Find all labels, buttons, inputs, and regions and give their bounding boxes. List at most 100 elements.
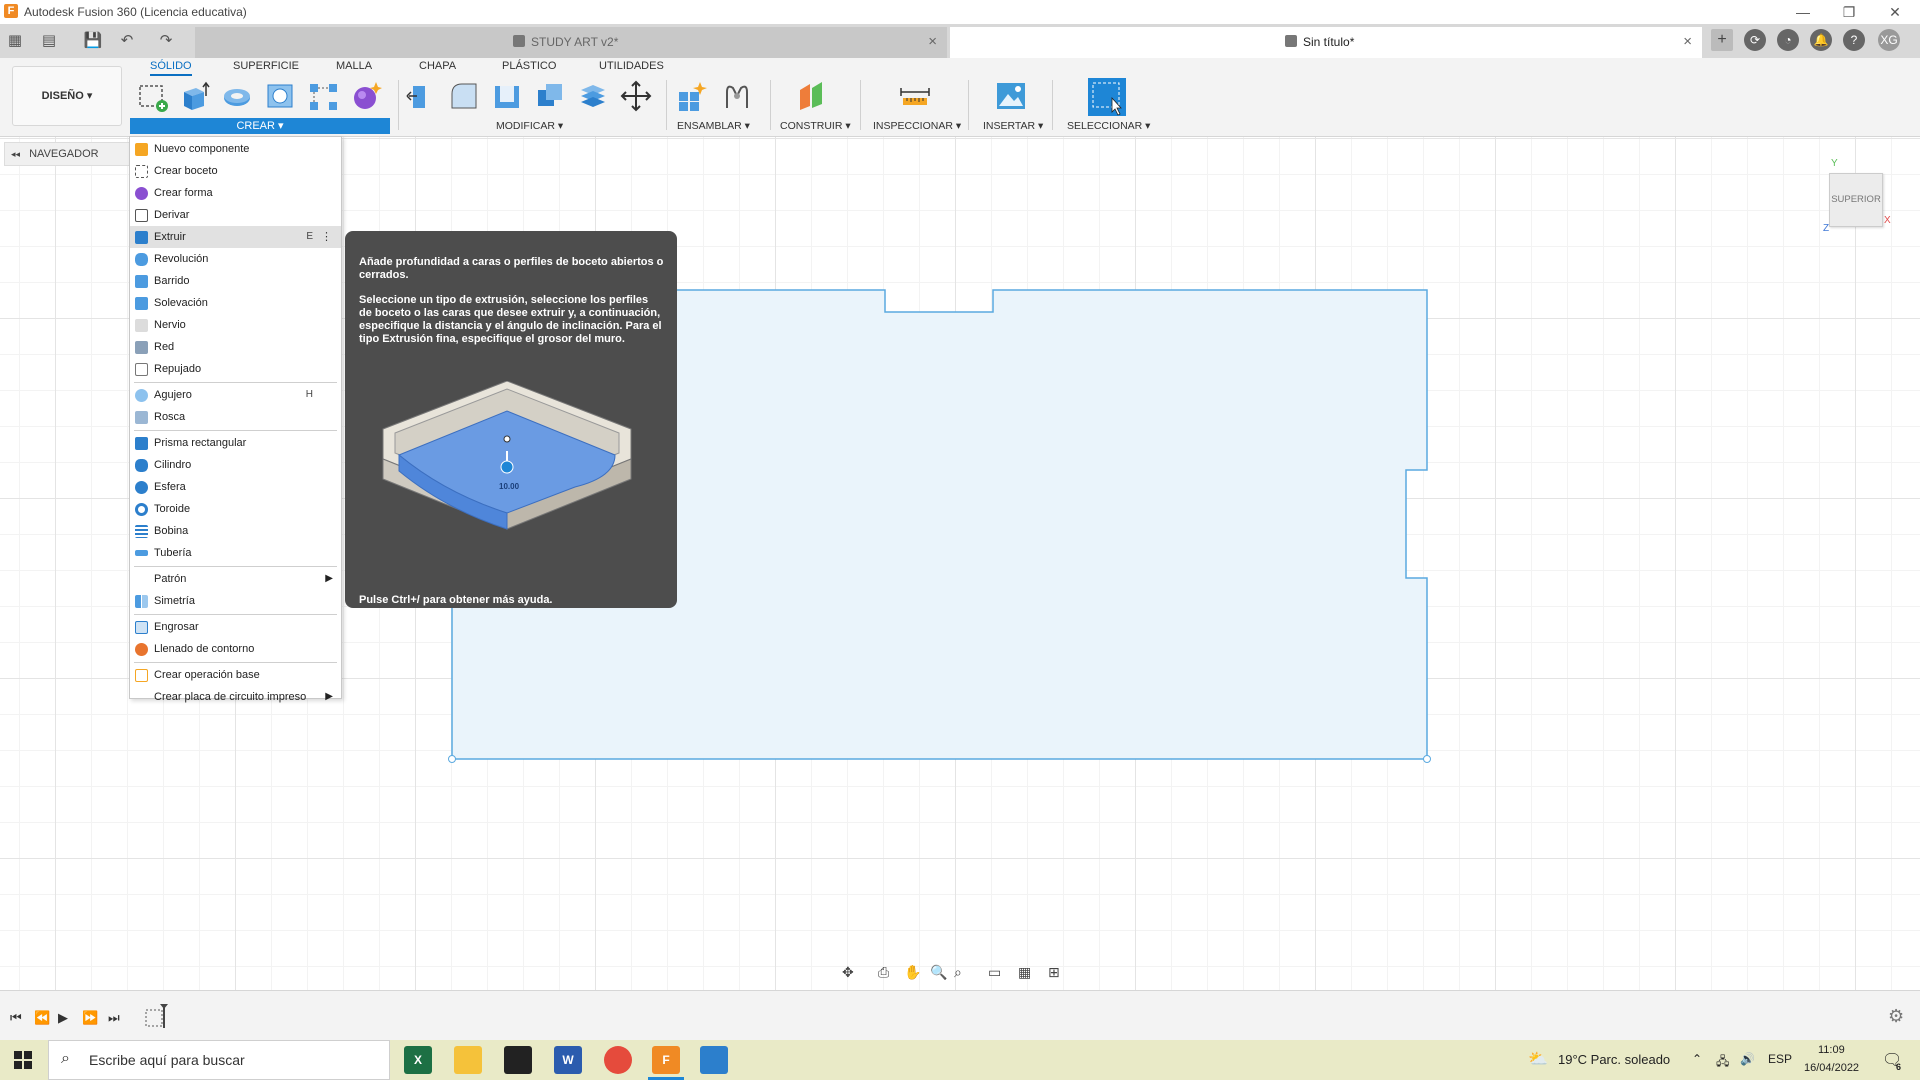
- photos-icon[interactable]: [700, 1046, 728, 1074]
- look-at-icon[interactable]: ⎙: [878, 964, 889, 981]
- tab-plastico[interactable]: PLÁSTICO: [502, 58, 556, 74]
- menu-item-barrido[interactable]: Barrido: [130, 270, 341, 292]
- menu-item-tuberia[interactable]: Tubería: [130, 542, 341, 564]
- select-icon[interactable]: [1088, 78, 1126, 116]
- timeline-play-icon[interactable]: ▶: [58, 1010, 68, 1026]
- redo-icon[interactable]: ↷: [155, 30, 177, 52]
- new-tab-icon[interactable]: +: [1711, 29, 1733, 51]
- viewports-icon[interactable]: ⊞: [1048, 964, 1060, 981]
- tab-utilidades[interactable]: UTILIDADES: [599, 58, 664, 74]
- save-icon[interactable]: 💾: [82, 30, 104, 52]
- new-component-icon[interactable]: [676, 80, 708, 112]
- menu-item-llenado-de-contorno[interactable]: Llenado de contorno: [130, 638, 341, 660]
- collapse-icon[interactable]: ◂◂: [11, 149, 20, 159]
- menu-item-nervio[interactable]: Nervio: [130, 314, 341, 336]
- tab-superficie[interactable]: SUPERFICIE: [233, 58, 299, 74]
- tab-solido[interactable]: SÓLIDO: [150, 58, 192, 76]
- fillet-icon[interactable]: [448, 80, 480, 112]
- more-options-icon[interactable]: ⋮: [321, 226, 332, 248]
- menu-item-extruir[interactable]: Extruir E ⋮: [130, 226, 341, 248]
- move-copy-icon[interactable]: [620, 80, 652, 112]
- file-menu-icon[interactable]: ▤: [38, 30, 60, 52]
- volume-icon[interactable]: 🔊: [1740, 1052, 1755, 1066]
- menu-item-red[interactable]: Red: [130, 336, 341, 358]
- grid-snaps-icon[interactable]: ▦: [1018, 964, 1031, 981]
- menu-item-revolucion[interactable]: Revolución: [130, 248, 341, 270]
- apps-grid-icon[interactable]: ▦: [4, 30, 26, 52]
- view-cube-face[interactable]: SUPERIOR: [1830, 194, 1882, 205]
- offset-face-icon[interactable]: [577, 80, 609, 112]
- measure-icon[interactable]: [899, 80, 931, 112]
- menu-item-cilindro[interactable]: Cilindro: [130, 454, 341, 476]
- close-tab-icon[interactable]: ×: [1683, 33, 1692, 50]
- minimize-button[interactable]: —: [1780, 0, 1826, 24]
- menu-item-patron[interactable]: Patrón ▶: [130, 568, 341, 590]
- pan-hand-icon[interactable]: ✋: [904, 964, 921, 981]
- modificar-group-button[interactable]: MODIFICAR ▾: [496, 120, 563, 132]
- timeline-next-icon[interactable]: ⏩: [82, 1010, 98, 1026]
- undo-icon[interactable]: ↶: [116, 30, 138, 52]
- help-icon[interactable]: ?: [1843, 29, 1865, 51]
- insert-image-icon[interactable]: [995, 80, 1027, 112]
- crear-group-button[interactable]: CREAR ▾: [130, 118, 390, 134]
- menu-item-rosca[interactable]: Rosca: [130, 406, 341, 428]
- menu-item-agujero[interactable]: Agujero H: [130, 384, 341, 406]
- display-settings-icon[interactable]: ▭: [988, 964, 1001, 981]
- create-form-icon[interactable]: [350, 80, 382, 112]
- menu-item-crear-forma[interactable]: Crear forma: [130, 182, 341, 204]
- menu-item-bobina[interactable]: Bobina: [130, 520, 341, 542]
- offset-plane-icon[interactable]: [796, 80, 828, 112]
- close-window-button[interactable]: ✕: [1872, 0, 1918, 24]
- construir-group-button[interactable]: CONSTRUIR ▾: [780, 120, 851, 132]
- fit-icon[interactable]: ⌕: [954, 964, 962, 981]
- network-icon[interactable]: 🖧: [1716, 1052, 1729, 1073]
- taskbar-search-input[interactable]: ⌕ Escribe aquí para buscar: [48, 1040, 390, 1080]
- timeline-settings-gear-icon[interactable]: ⚙: [1888, 1006, 1904, 1027]
- chrome-icon[interactable]: [604, 1046, 632, 1074]
- navigator-panel[interactable]: ◂◂ NAVEGADOR: [4, 142, 132, 166]
- pattern-icon[interactable]: [307, 80, 339, 112]
- fusion-taskbar-icon[interactable]: F: [652, 1046, 680, 1074]
- menu-item-crear-boceto[interactable]: Crear boceto: [130, 160, 341, 182]
- maximize-button[interactable]: ❐: [1826, 0, 1872, 24]
- excel-icon[interactable]: X: [404, 1046, 432, 1074]
- timeline-first-icon[interactable]: ⏮: [10, 1010, 22, 1026]
- tab-malla[interactable]: MALLA: [336, 58, 372, 74]
- menu-item-simetria[interactable]: Simetría: [130, 590, 341, 612]
- notifications-icon[interactable]: 🔔: [1810, 29, 1832, 51]
- revolve-icon[interactable]: [221, 80, 253, 112]
- job-status-icon[interactable]: ◔: [1777, 29, 1799, 51]
- menu-item-engrosar[interactable]: Engrosar: [130, 616, 341, 638]
- menu-item-esfera[interactable]: Esfera: [130, 476, 341, 498]
- ensamblar-group-button[interactable]: ENSAMBLAR ▾: [677, 120, 750, 132]
- extrude-icon[interactable]: [178, 80, 210, 112]
- notes-app-icon[interactable]: [504, 1046, 532, 1074]
- inspeccionar-group-button[interactable]: INSPECCIONAR ▾: [873, 120, 961, 132]
- clock-date[interactable]: 16/04/2022: [1804, 1062, 1859, 1074]
- hole-icon[interactable]: [264, 80, 296, 112]
- joint-icon[interactable]: [721, 80, 753, 112]
- tab-chapa[interactable]: CHAPA: [419, 58, 456, 74]
- orbit-icon[interactable]: ✥: [842, 964, 854, 981]
- tray-chevron-icon[interactable]: ⌃: [1692, 1052, 1702, 1066]
- menu-item-toroide[interactable]: Toroide: [130, 498, 341, 520]
- menu-item-prisma-rectangular[interactable]: Prisma rectangular: [130, 432, 341, 454]
- menu-item-crear-placa-circuito-impreso[interactable]: Crear placa de circuito impreso ▶: [130, 686, 341, 708]
- windows-start-icon[interactable]: [14, 1051, 32, 1069]
- seleccionar-group-button[interactable]: SELECCIONAR ▾: [1067, 120, 1150, 132]
- shell-icon[interactable]: [491, 80, 523, 112]
- language-indicator[interactable]: ESP: [1768, 1052, 1792, 1066]
- close-tab-icon[interactable]: ×: [928, 33, 937, 50]
- weather-icon[interactable]: ⛅: [1528, 1049, 1548, 1069]
- combine-icon[interactable]: [534, 80, 566, 112]
- timeline-prev-icon[interactable]: ⏪: [34, 1010, 50, 1026]
- tab-study-art[interactable]: STUDY ART v2* ×: [195, 27, 947, 58]
- user-avatar[interactable]: XG: [1878, 29, 1900, 51]
- insertar-group-button[interactable]: INSERTAR ▾: [983, 120, 1043, 132]
- timeline-sketch-feature-icon[interactable]: [144, 1002, 170, 1030]
- file-explorer-icon[interactable]: [454, 1046, 482, 1074]
- workspace-switcher[interactable]: DISEÑO ▾: [12, 66, 122, 126]
- clock-time[interactable]: 11:09: [1818, 1044, 1845, 1056]
- create-sketch-icon[interactable]: [136, 80, 168, 112]
- word-icon[interactable]: W: [554, 1046, 582, 1074]
